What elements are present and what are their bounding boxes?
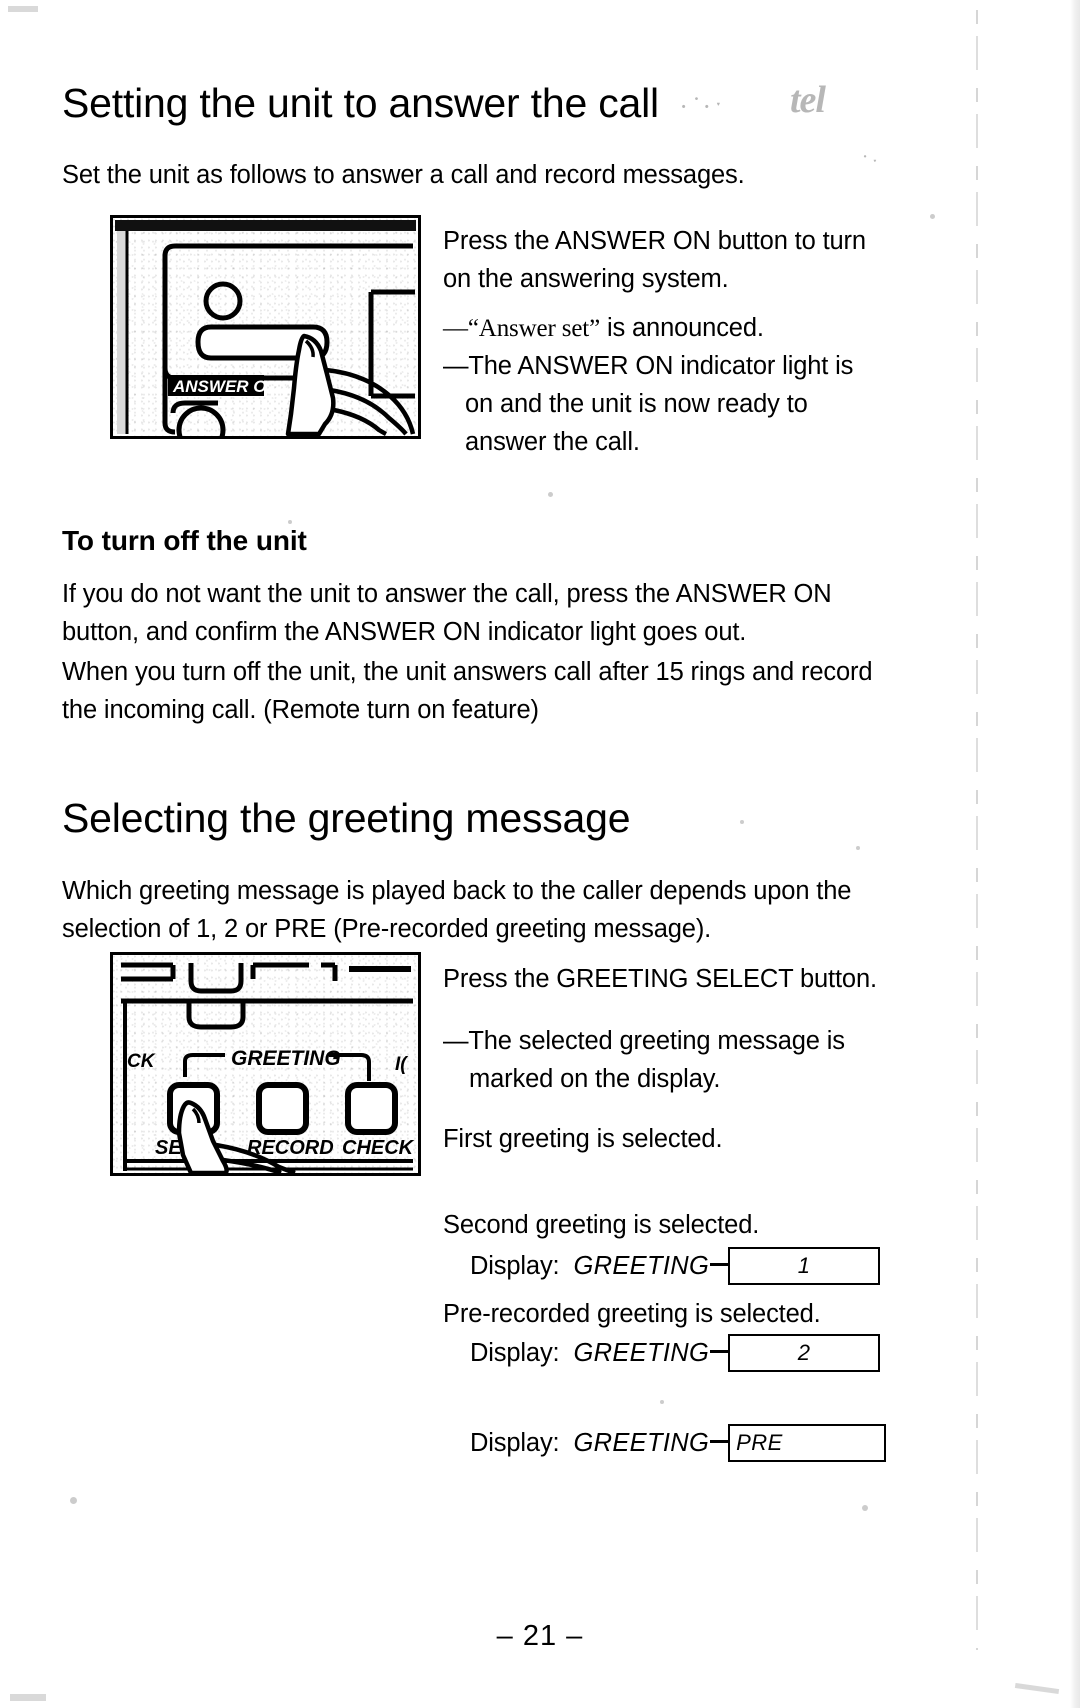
page-title-selecting-greeting: Selecting the greeting message bbox=[62, 795, 631, 841]
svg-text:ANSWER O: ANSWER O bbox=[172, 377, 267, 396]
svg-text:CK: CK bbox=[127, 1051, 156, 1072]
header-smudge-dots-2: ˙ ˑ bbox=[860, 150, 877, 175]
bullet-indicator-light: —The ANSWER ON indicator light is on and… bbox=[443, 347, 903, 461]
turn-off-line-1: If you do not want the unit to answer th… bbox=[62, 580, 832, 608]
greeting-bullet-line-2-text: marked on the display. bbox=[469, 1065, 721, 1093]
turn-off-line-2: button, and confirm the ANSWER ON indica… bbox=[62, 618, 747, 646]
paragraph-turn-off-instructions: If you do not want the unit to answer th… bbox=[62, 575, 922, 651]
display-readout-box-pre: PRE bbox=[728, 1424, 887, 1462]
paragraph-remote-turn-on: When you turn off the unit, the unit ans… bbox=[62, 653, 932, 729]
scan-speck bbox=[856, 846, 860, 850]
intro-paragraph-answer: Set the unit as follows to answer a call… bbox=[62, 156, 745, 194]
header-smudge-dots: ·˙·ˑ bbox=[680, 92, 725, 121]
bullet-answer-set-rest: is announced. bbox=[600, 314, 764, 342]
greeting-bullet-line-2: marked on the display. bbox=[443, 1060, 903, 1098]
caption-first-greeting: First greeting is selected. bbox=[443, 1120, 723, 1158]
display-greeting-word: GREETING bbox=[573, 1428, 710, 1457]
svg-text:I(: I( bbox=[395, 1054, 409, 1075]
remote-line-2: the incoming call. (Remote turn on featu… bbox=[62, 696, 539, 724]
header-smudge-artifact: tel bbox=[790, 79, 826, 121]
greeting-intro-line-2: selection of 1, 2 or PRE (Pre-recorded g… bbox=[62, 915, 712, 943]
display-label: Display: bbox=[470, 1428, 560, 1457]
greeting-intro-line-1: Which greeting message is played back to… bbox=[62, 877, 852, 905]
display-row-greeting-pre: Display: GREETING PRE bbox=[470, 1424, 887, 1462]
display-dash-connector bbox=[710, 1349, 729, 1353]
step-line-1: Press the ANSWER ON button to turn bbox=[443, 227, 866, 255]
display-row-greeting-2: Display: GREETING 2 bbox=[470, 1334, 881, 1372]
scan-binding-line bbox=[976, 10, 978, 1650]
bullet-marked-on-display: —The selected greeting message is marked… bbox=[443, 1022, 903, 1098]
bullet-line-3: answer the call. bbox=[443, 423, 903, 461]
caption-prerecorded-greeting: Pre-recorded greeting is selected. bbox=[443, 1295, 821, 1333]
scan-speck bbox=[70, 1497, 77, 1504]
scan-corner-mark-bottom-right bbox=[1014, 1682, 1060, 1695]
display-readout-box-1: 1 bbox=[728, 1247, 881, 1285]
answer-on-panel-drawing: ANSWER O bbox=[115, 220, 416, 436]
scan-speck bbox=[288, 520, 292, 524]
scan-speck bbox=[930, 214, 935, 219]
display-label: Display: bbox=[470, 1338, 560, 1367]
caption-second-greeting: Second greeting is selected. bbox=[443, 1206, 759, 1244]
display-value: PRE bbox=[736, 1430, 783, 1455]
display-value: 1 bbox=[797, 1253, 811, 1278]
display-dash-connector bbox=[710, 1262, 729, 1266]
manual-page: Setting the unit to answer the call tel … bbox=[0, 0, 1080, 1708]
remote-line-1: When you turn off the unit, the unit ans… bbox=[62, 658, 873, 686]
step-press-answer-on: Press the ANSWER ON button to turn on th… bbox=[443, 222, 888, 298]
bullet-line-1: —The ANSWER ON indicator light is bbox=[443, 352, 854, 380]
scan-edge-shadow bbox=[1058, 0, 1080, 1708]
scan-corner-mark-bottom-left bbox=[10, 1694, 46, 1701]
intro-paragraph-greeting: Which greeting message is played back to… bbox=[62, 872, 932, 948]
bullet-line-3-text: answer the call. bbox=[465, 428, 640, 456]
scan-corner-mark-top-left bbox=[8, 6, 38, 12]
scan-speck bbox=[740, 820, 744, 824]
display-greeting-word: GREETING bbox=[573, 1338, 710, 1367]
display-label: Display: bbox=[470, 1251, 560, 1280]
display-greeting-word: GREETING bbox=[573, 1251, 710, 1280]
svg-text:GREETING: GREETING bbox=[231, 1047, 341, 1070]
subheading-turn-off-unit: To turn off the unit bbox=[62, 525, 307, 556]
step-line-2: on the answering system. bbox=[443, 265, 729, 293]
caption-text: First greeting is selected. bbox=[443, 1125, 723, 1153]
caption-text: Pre-recorded greeting is selected. bbox=[443, 1300, 821, 1328]
intro-text: Set the unit as follows to answer a call… bbox=[62, 161, 745, 189]
answer-on-button-illustration: ANSWER O bbox=[110, 215, 421, 439]
scan-speck bbox=[548, 492, 553, 497]
greeting-panel-drawing: CK GREETING I( SELE RECORD CHECK bbox=[121, 962, 415, 1173]
bullet-answer-set-quote: —“Answer set” bbox=[443, 315, 601, 342]
caption-text: Second greeting is selected. bbox=[443, 1211, 760, 1239]
greeting-step-text: Press the GREETING SELECT button. bbox=[443, 965, 877, 993]
scan-speck bbox=[862, 1505, 868, 1511]
bullet-line-2-text: on and the unit is now ready to bbox=[465, 390, 808, 418]
svg-text:CHECK: CHECK bbox=[342, 1137, 415, 1159]
bullet-answer-set: —“Answer set” is announced. bbox=[443, 309, 903, 348]
page-number: – 21 – bbox=[496, 1620, 584, 1652]
display-row-greeting-1: Display: GREETING 1 bbox=[470, 1247, 881, 1285]
step-press-greeting-select: Press the GREETING SELECT button. bbox=[443, 960, 903, 998]
greeting-bullet-line-1: —The selected greeting message is bbox=[443, 1027, 845, 1055]
scan-speck bbox=[660, 1400, 664, 1404]
page-title-setting-unit: Setting the unit to answer the call bbox=[62, 80, 659, 126]
bullet-line-2: on and the unit is now ready to bbox=[443, 385, 903, 423]
display-readout-box-2: 2 bbox=[728, 1334, 881, 1372]
greeting-select-button-illustration: CK GREETING I( SELE RECORD CHECK bbox=[110, 952, 421, 1176]
display-dash-connector bbox=[710, 1439, 729, 1443]
display-value: 2 bbox=[797, 1340, 811, 1365]
